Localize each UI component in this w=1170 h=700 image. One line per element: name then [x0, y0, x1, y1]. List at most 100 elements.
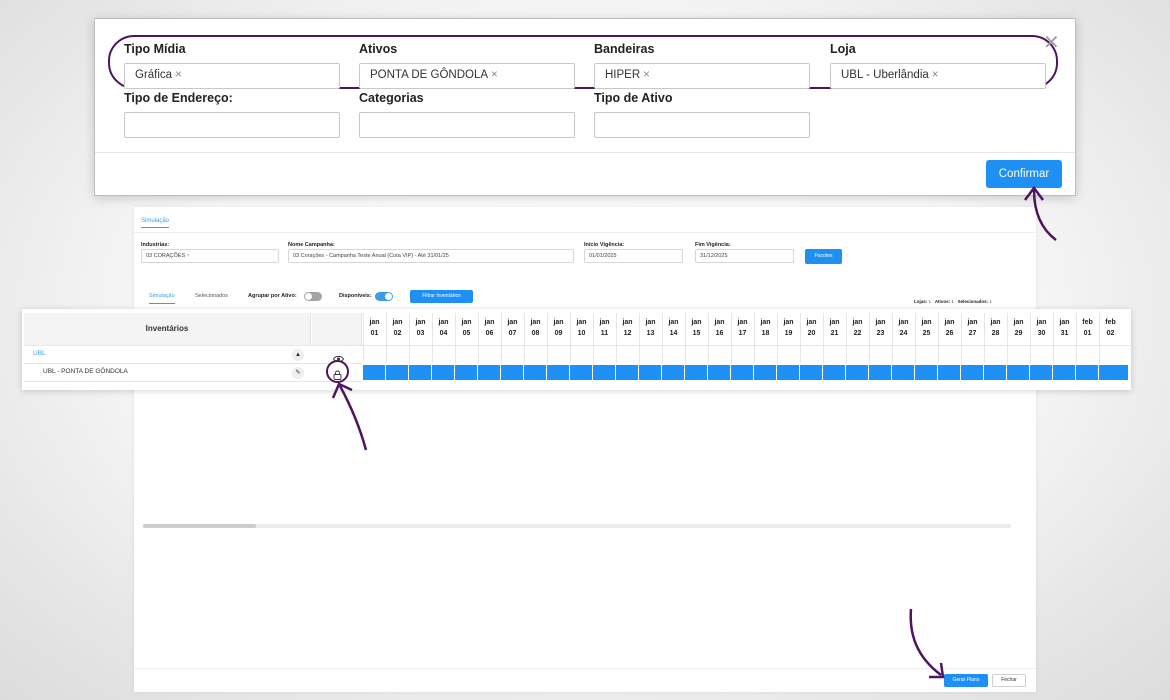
inicio-vigencia-input[interactable]: 01/01/2025 — [584, 249, 683, 263]
date-month: jan — [622, 319, 633, 326]
filtrar-inventarios-button[interactable]: Filtrar Inventários — [410, 290, 473, 303]
date-header: jan 09 — [547, 317, 570, 339]
tag-remove-icon[interactable]: × — [491, 69, 498, 81]
availability-cell[interactable] — [984, 365, 1007, 380]
date-header: jan 08 — [524, 317, 547, 339]
date-day: 15 — [692, 330, 701, 337]
availability-cell[interactable] — [892, 365, 915, 380]
tag-remove-icon[interactable]: × — [932, 69, 939, 81]
availability-cell[interactable] — [432, 365, 455, 380]
agrupar-toggle[interactable] — [304, 292, 322, 301]
date-header: jan 12 — [616, 317, 639, 339]
availability-cell[interactable] — [1007, 365, 1030, 380]
availability-cell[interactable] — [754, 365, 777, 380]
collapse-button[interactable]: ▲ — [292, 349, 304, 361]
availability-cell[interactable] — [938, 365, 961, 380]
tag-remove-icon[interactable]: × — [643, 69, 650, 81]
date-day: 11 — [600, 330, 609, 337]
availability-cell[interactable] — [409, 365, 432, 380]
availability-cell[interactable] — [547, 365, 570, 380]
date-day: 02 — [1106, 330, 1115, 337]
tipo-midia-select[interactable]: Gráfica × — [124, 63, 340, 89]
tab-selecionados[interactable]: Selecionados — [195, 293, 228, 299]
row-ubl-label[interactable]: UBL — [33, 350, 46, 357]
date-month: jan — [438, 319, 449, 326]
field-label: Ativos — [359, 42, 398, 56]
availability-cell[interactable] — [800, 365, 823, 380]
availability-cell[interactable] — [1053, 365, 1076, 380]
date-month: jan — [599, 319, 610, 326]
horizontal-scrollbar[interactable] — [143, 524, 1011, 528]
tab-simulacao[interactable]: Simulação — [141, 218, 170, 228]
date-header: jan 29 — [1007, 317, 1030, 339]
availability-cell[interactable] — [1076, 365, 1099, 380]
availability-cell[interactable] — [593, 365, 616, 380]
availability-cell[interactable] — [961, 365, 984, 380]
date-month: jan — [530, 319, 541, 326]
fechar-button[interactable]: Fechar — [992, 674, 1026, 687]
footer-divider — [134, 668, 1036, 669]
availability-cell[interactable] — [616, 365, 639, 380]
availability-cell[interactable] — [501, 365, 524, 380]
date-header: jan 20 — [800, 317, 823, 339]
date-month: jan — [415, 319, 426, 326]
field-label: Tipo de Ativo — [594, 91, 673, 105]
date-day: 12 — [623, 330, 632, 337]
row-line — [24, 345, 1131, 346]
date-month: jan — [898, 319, 909, 326]
edit-button[interactable]: ✎ — [292, 367, 304, 379]
availability-cell[interactable] — [524, 365, 547, 380]
availability-cell[interactable] — [777, 365, 800, 380]
close-icon[interactable]: ✕ — [1043, 33, 1060, 53]
ativos-select[interactable]: PONTA DE GÔNDOLA × — [359, 63, 575, 89]
pacotes-button[interactable]: Pacotes — [805, 249, 842, 264]
loja-select[interactable]: UBL - Uberlândia × — [830, 63, 1046, 89]
date-header: jan 22 — [846, 317, 869, 339]
disponiveis-toggle[interactable] — [375, 292, 393, 301]
field-label: Tipo de Endereço: — [124, 91, 233, 105]
tag-remove-icon[interactable]: × — [175, 69, 182, 81]
date-day: 27 — [968, 330, 977, 337]
inventory-table: Inventários UBL ▲ UBL - PONTA DE GÔNDOLA… — [22, 309, 1131, 390]
tag: PONTA DE GÔNDOLA × — [370, 69, 498, 81]
availability-cell[interactable] — [386, 365, 409, 380]
availability-cell[interactable] — [708, 365, 731, 380]
scrollbar-thumb[interactable] — [143, 524, 256, 528]
availability-cell[interactable] — [570, 365, 593, 380]
availability-cell[interactable] — [823, 365, 846, 380]
field-bandeiras: Bandeiras HIPER × — [594, 42, 810, 89]
date-month: jan — [829, 319, 840, 326]
availability-cell[interactable] — [685, 365, 708, 380]
availability-cell[interactable] — [639, 365, 662, 380]
date-month: jan — [921, 319, 932, 326]
availability-cell[interactable] — [846, 365, 869, 380]
availability-cell[interactable] — [662, 365, 685, 380]
date-day: 26 — [945, 330, 954, 337]
date-header: jan 23 — [869, 317, 892, 339]
tipo-ativo-select[interactable] — [594, 112, 810, 138]
annotation-arrow-lock — [331, 382, 368, 451]
date-header: jan 11 — [593, 317, 616, 339]
date-month: jan — [576, 319, 587, 326]
bandeiras-select[interactable]: HIPER × — [594, 63, 810, 89]
tipo-endereco-select[interactable] — [124, 112, 340, 138]
date-day: 18 — [761, 330, 770, 337]
date-header: jan 04 — [432, 317, 455, 339]
date-month: jan — [484, 319, 495, 326]
tag-remove-icon[interactable]: × — [185, 253, 190, 259]
availability-cell[interactable] — [478, 365, 501, 380]
industrias-input[interactable]: 03 CORAÇÕES × — [141, 249, 279, 263]
availability-cell[interactable] — [455, 365, 478, 380]
availability-cell[interactable] — [1030, 365, 1053, 380]
fim-vigencia-input[interactable]: 31/12/2025 — [695, 249, 794, 263]
availability-cell[interactable] — [869, 365, 892, 380]
availability-cell[interactable] — [915, 365, 938, 380]
tab-simulacao-sub[interactable]: Simulação — [149, 293, 175, 304]
date-month: jan — [1059, 319, 1070, 326]
campanha-input[interactable]: 03 Corações - Campanha Teste Anual (Cota… — [288, 249, 574, 263]
date-month: jan — [783, 319, 794, 326]
date-day: 19 — [784, 330, 793, 337]
categorias-select[interactable] — [359, 112, 575, 138]
availability-cell[interactable] — [1099, 365, 1129, 380]
availability-cell[interactable] — [731, 365, 754, 380]
